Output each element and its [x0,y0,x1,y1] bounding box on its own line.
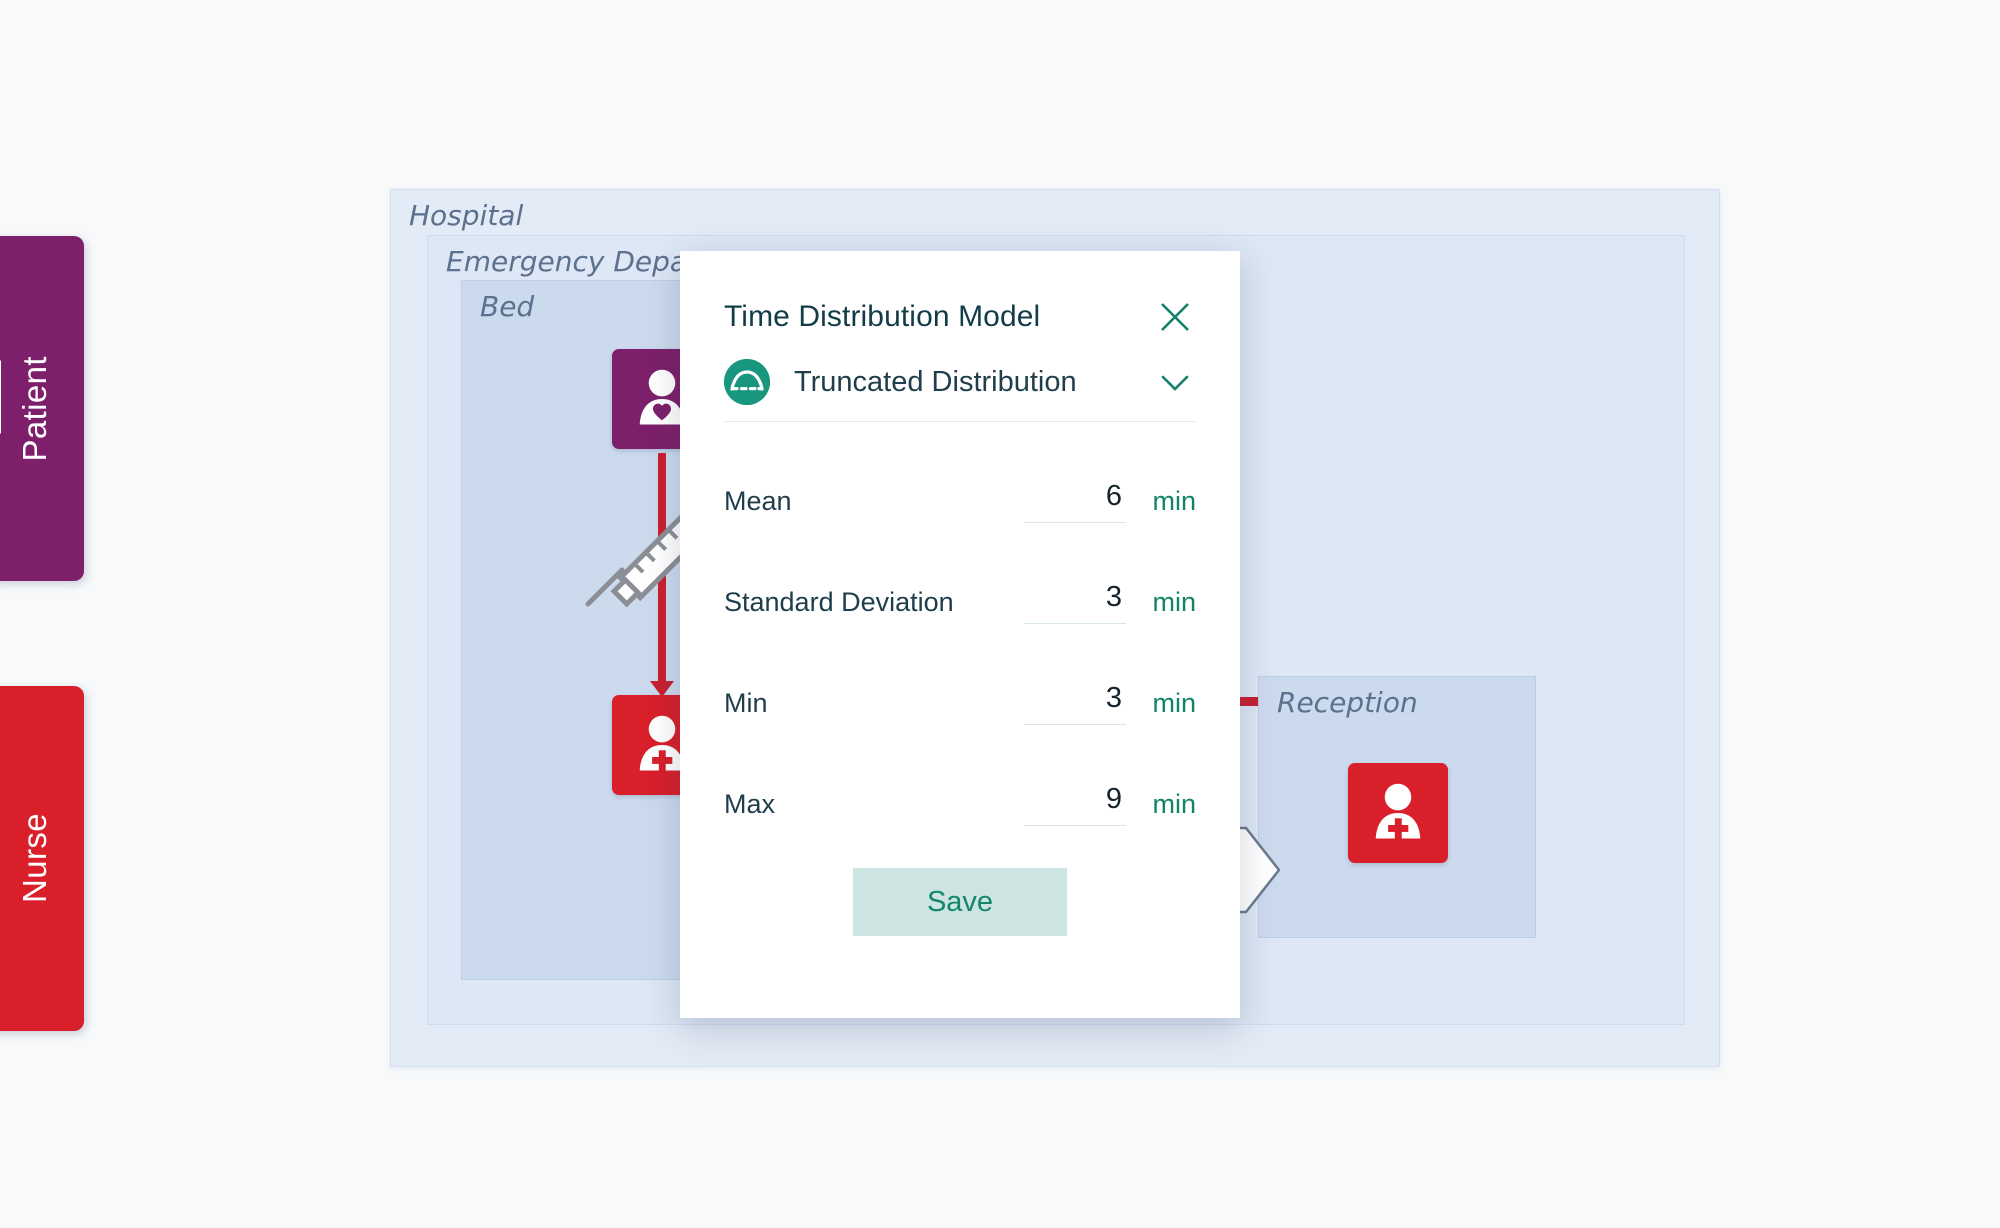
field-label-standard-deviation: Standard Deviation [724,587,954,617]
field-unit-max: min [1152,789,1196,819]
close-x-glyph [1161,303,1189,331]
resource-tab-nurse[interactable]: Nurse [0,686,84,1031]
zone-bed-label: Bed [480,290,535,323]
field-label-max: Max [724,789,776,819]
modal-pointer-notch [0,360,1,434]
field-input-min[interactable] [1024,682,1126,725]
field-label-min: Min [724,688,768,718]
modal-header: Time Distribution Model [724,291,1196,343]
field-row-mean: Mean min [724,444,1196,523]
actor-nurse-reception-tile[interactable] [1348,763,1448,863]
chevron-down-glyph [1161,375,1189,391]
nurse-person-cross-icon [1375,783,1421,839]
distribution-parameters: Mean min Standard Deviation min Min min … [724,444,1196,826]
field-input-max[interactable] [1024,783,1126,826]
field-row-min: Min min [724,646,1196,725]
field-unit-min: min [1152,688,1196,718]
zone-hospital-label: Hospital [409,199,524,232]
field-unit-standard-deviation: min [1152,587,1196,617]
field-row-standard-deviation: Standard Deviation min [724,545,1196,624]
field-input-mean[interactable] [1024,480,1126,523]
modal-title: Time Distribution Model [724,300,1041,333]
resource-tab-patient[interactable]: Patient [0,236,84,581]
field-input-standard-deviation[interactable] [1024,581,1126,624]
close-icon[interactable] [1154,296,1196,338]
save-button[interactable]: Save [853,868,1067,936]
modal-footer: Save [724,868,1196,936]
bell-curve-icon [724,359,770,405]
resource-tab-patient-label: Patient [16,355,53,462]
zone-reception[interactable]: Reception [1258,676,1536,938]
time-distribution-modal: Time Distribution Model Truncated Distri… [680,251,1240,1018]
field-unit-mean: min [1152,486,1196,516]
distribution-name: Truncated Distribution [794,365,1077,398]
resource-tab-nurse-label: Nurse [16,813,53,904]
zone-reception-label: Reception [1277,686,1418,719]
field-row-max: Max min [724,747,1196,826]
chevron-down-icon[interactable] [1154,361,1196,403]
field-label-mean: Mean [724,486,792,516]
distribution-selector[interactable]: Truncated Distribution [724,343,1196,422]
